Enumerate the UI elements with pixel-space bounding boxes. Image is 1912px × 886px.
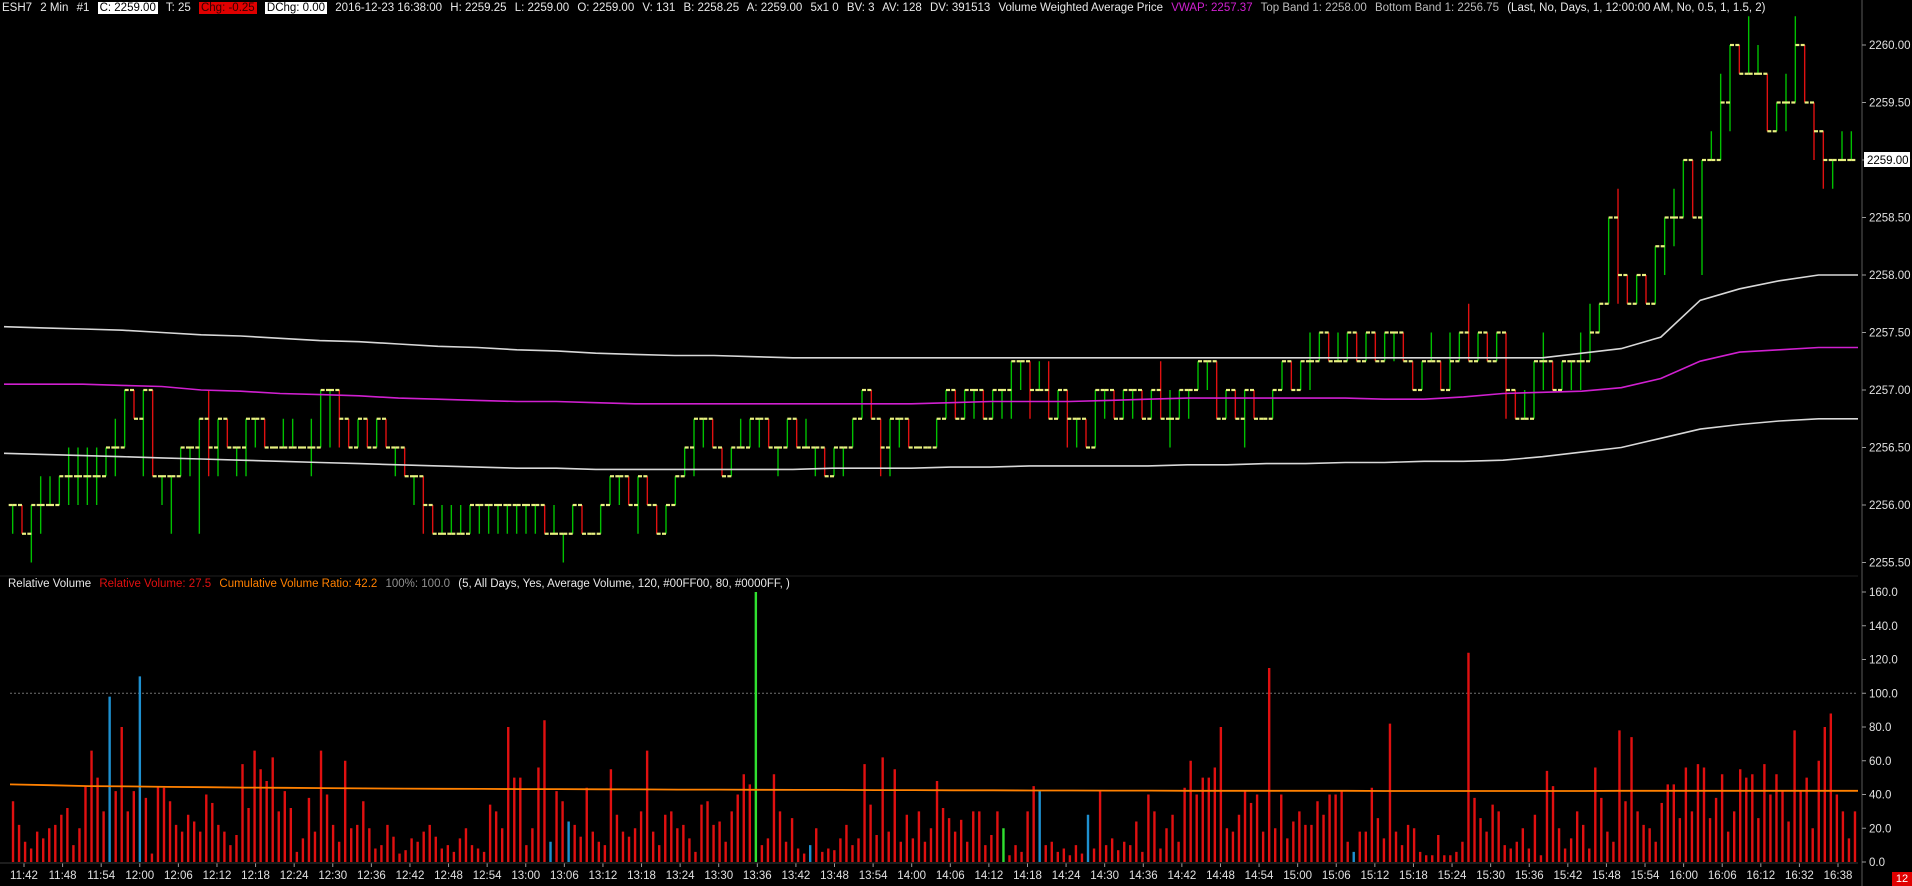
- volume-axis-label: 20.0: [1869, 823, 1891, 835]
- time-axis-label: 15:48: [1592, 870, 1621, 882]
- time-axis-label: 11:48: [49, 870, 77, 882]
- time-axis-label: 14:24: [1052, 870, 1081, 882]
- time-axis-label: 11:42: [10, 870, 38, 882]
- price-axis-label: 2256.50: [1869, 443, 1911, 455]
- time-axis-label: 12:00: [125, 870, 154, 882]
- price-axis-label: 2258.00: [1869, 270, 1911, 282]
- time-axis-label: 13:24: [666, 870, 695, 882]
- price-axis-label: 2260.00: [1869, 40, 1911, 52]
- time-axis-label: 13:54: [859, 870, 888, 882]
- subgraph-name[interactable]: Relative Volume: [8, 578, 91, 590]
- time-axis-label: 16:38: [1824, 870, 1853, 882]
- volume-axis-label: 60.0: [1869, 756, 1891, 768]
- time-axis-label: 15:18: [1399, 870, 1428, 882]
- price-axis-label: 2256.00: [1869, 500, 1911, 512]
- time-axis-label: 12:24: [280, 870, 309, 882]
- time-axis-label: 12:54: [473, 870, 502, 882]
- time-axis-label: 15:12: [1360, 870, 1389, 882]
- time-axis-label: 13:36: [743, 870, 772, 882]
- subgraph-params: (5, All Days, Yes, Average Volume, 120, …: [458, 578, 790, 590]
- price-axis-label: 2259.50: [1869, 98, 1911, 110]
- time-axis-label: 14:12: [975, 870, 1004, 882]
- time-axis-label: 15:30: [1476, 870, 1505, 882]
- time-axis-label: 12:36: [357, 870, 386, 882]
- price-axis-label: 2257.00: [1869, 385, 1911, 397]
- time-axis-label: 14:48: [1206, 870, 1235, 882]
- last-price-label: 2259.00: [1867, 155, 1909, 167]
- time-axis-label: 14:42: [1167, 870, 1196, 882]
- time-axis-label: 14:54: [1245, 870, 1274, 882]
- time-axis-label: 16:12: [1746, 870, 1775, 882]
- price-axis-label: 2258.50: [1869, 213, 1911, 225]
- top-band-line: [3, 274, 1858, 359]
- time-axis-label: 15:06: [1322, 870, 1351, 882]
- time-axis-label: 15:54: [1631, 870, 1660, 882]
- time-axis-label: 16:06: [1708, 870, 1737, 882]
- cumulative-ratio-value: Cumulative Volume Ratio: 42.2: [219, 578, 378, 590]
- time-axis-label: 15:00: [1283, 870, 1312, 882]
- time-axis-label: 16:00: [1669, 870, 1698, 882]
- time-axis-label: 14:36: [1129, 870, 1158, 882]
- time-axis-label: 16:32: [1785, 870, 1814, 882]
- bottom-band-line: [3, 417, 1858, 471]
- time-axis-label: 13:48: [820, 870, 849, 882]
- price-axis-label: 2255.50: [1869, 558, 1911, 570]
- time-axis-label: 13:18: [627, 870, 656, 882]
- volume-axis-label: 160.0: [1869, 587, 1898, 599]
- time-axis-label: 12:18: [241, 870, 270, 882]
- percent-100-value: 100%: 100.0: [385, 578, 451, 590]
- time-axis-label: 13:00: [511, 870, 540, 882]
- corner-badge[interactable]: 12: [1892, 872, 1912, 886]
- subgraph-header: Relative Volume Relative Volume: 27.5 Cu…: [8, 578, 795, 590]
- vwap-line: [4, 346, 1858, 405]
- time-axis-label: 12:48: [434, 870, 463, 882]
- price-chart[interactable]: 2255.50 2256.00 2256.50 2257.00 2257.50 2258.…: [0, 0, 1912, 886]
- time-axis-label: 13:30: [704, 870, 733, 882]
- time-axis-label: 12:42: [396, 870, 425, 882]
- time-axis-label: 13:42: [782, 870, 811, 882]
- time-axis-label: 12:06: [164, 870, 193, 882]
- relative-volume-value: Relative Volume: 27.5: [99, 578, 212, 590]
- volume-axis-label: 0.0: [1869, 857, 1885, 869]
- volume-axis-label: 80.0: [1869, 722, 1891, 734]
- time-axis-label: 11:54: [87, 870, 116, 882]
- time-axis-label: 12:30: [318, 870, 347, 882]
- time-axis-label: 14:06: [936, 870, 965, 882]
- time-axis-label: 13:06: [550, 870, 579, 882]
- price-axis-label: 2257.50: [1869, 328, 1911, 340]
- volume-axis-label: 120.0: [1869, 655, 1898, 667]
- volume-axis-label: 40.0: [1869, 790, 1891, 802]
- time-axis-label: 13:12: [589, 870, 618, 882]
- time-axis-label: 14:18: [1013, 870, 1042, 882]
- time-axis-label: 15:42: [1553, 870, 1582, 882]
- time-axis-label: 12:12: [203, 870, 232, 882]
- volume-axis-label: 140.0: [1869, 621, 1898, 633]
- time-axis-label: 15:24: [1438, 870, 1467, 882]
- time-axis-label: 14:00: [897, 870, 926, 882]
- time-axis-label: 15:36: [1515, 870, 1544, 882]
- time-axis-label: 14:30: [1090, 870, 1119, 882]
- volume-axis-label: 100.0: [1869, 688, 1898, 700]
- cumulative-ratio-line: [9, 783, 1858, 792]
